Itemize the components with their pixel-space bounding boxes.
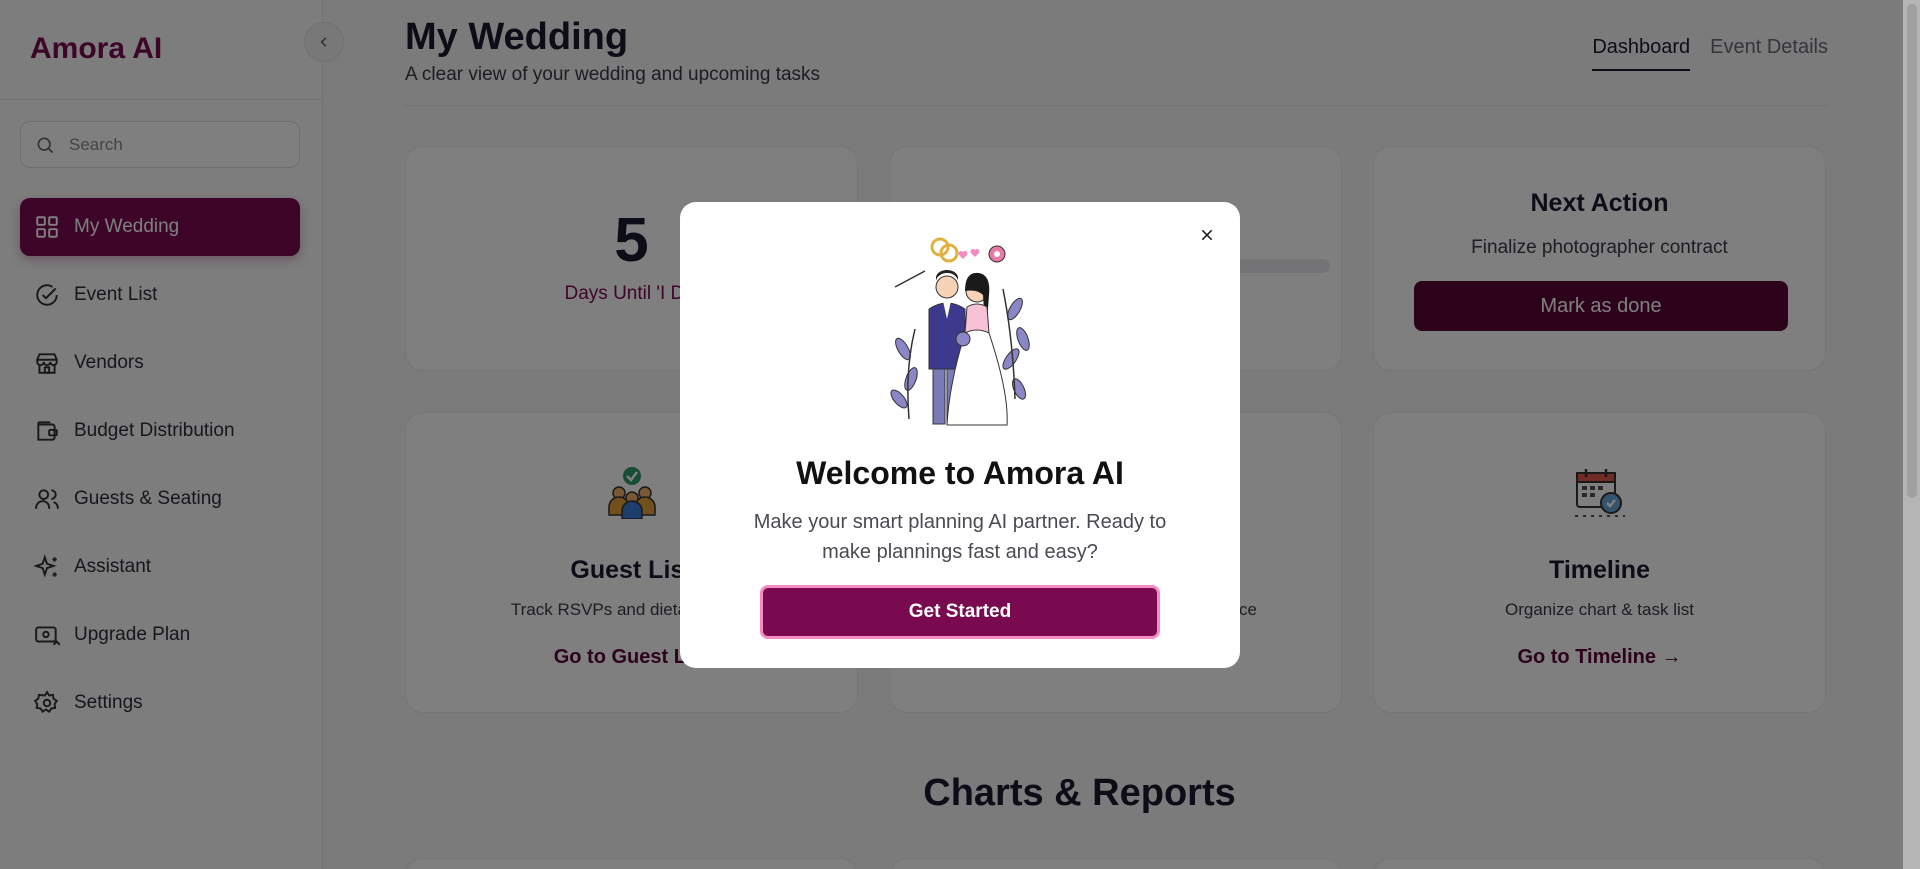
close-icon [1201,229,1213,241]
wedding-couple-illustration [890,237,1030,426]
page-scrollbar[interactable] [1903,0,1920,869]
modal-title: Welcome to Amora AI [796,455,1124,491]
close-button[interactable] [1194,222,1220,248]
scrollbar-thumb[interactable] [1907,4,1917,498]
modal-text: Make your smart planning AI partner. Rea… [753,511,1167,563]
welcome-modal: Welcome to Amora AI Make your smart plan… [680,202,1240,668]
get-started-button[interactable]: Get Started [760,585,1160,639]
